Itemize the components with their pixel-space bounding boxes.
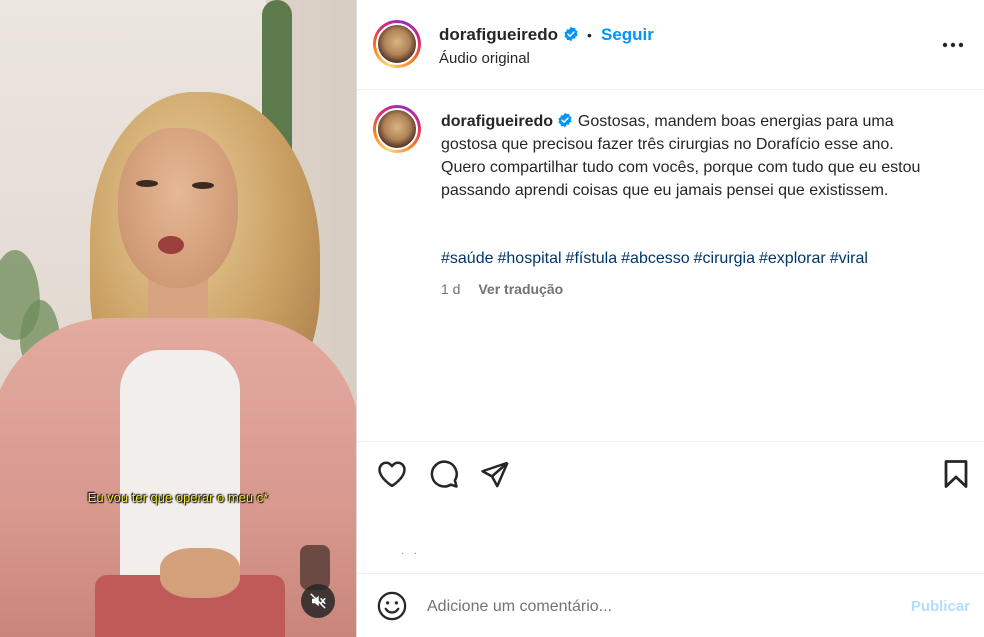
likes-placeholder: . .	[401, 543, 421, 557]
follow-button[interactable]: Seguir	[601, 25, 654, 45]
instagram-post-modal: Eu vou ter que operar o meu c* dorafigue…	[0, 0, 984, 637]
person-hand	[160, 548, 240, 598]
mute-button[interactable]	[301, 584, 335, 618]
post-header: dorafigueiredo • Seguir Áudio original	[357, 0, 984, 90]
like-button[interactable]	[376, 458, 408, 490]
person-mouth	[158, 236, 184, 254]
comment-button[interactable]	[428, 458, 460, 490]
save-button[interactable]	[940, 458, 972, 490]
post-side-panel: dorafigueiredo • Seguir Áudio original d…	[356, 0, 984, 637]
header-username[interactable]: dorafigueiredo	[439, 25, 558, 45]
person-face	[118, 128, 238, 288]
header-separator: •	[587, 27, 592, 43]
emoji-button[interactable]	[377, 591, 407, 621]
post-actions	[357, 441, 984, 505]
video-subtitle: Eu vou ter que operar o meu c*	[87, 490, 269, 505]
hashtag-link[interactable]: #hospital	[498, 250, 562, 267]
verified-badge-icon	[564, 26, 578, 42]
post-time: 1 d	[441, 281, 461, 297]
comment-icon	[430, 460, 458, 488]
caption-avatar[interactable]	[373, 105, 421, 153]
hashtag-list: #saúde #hospital #fístula #abcesso #cirurgia…	[441, 250, 872, 268]
audio-link[interactable]: Áudio original	[439, 50, 530, 67]
person-eye	[136, 180, 158, 187]
more-horizontal-icon	[942, 42, 964, 48]
comment-input[interactable]	[427, 594, 887, 620]
share-button[interactable]	[479, 458, 511, 490]
emoji-icon	[377, 591, 407, 621]
publish-button[interactable]: Publicar	[911, 598, 970, 615]
more-options-button[interactable]	[942, 34, 964, 56]
heart-icon	[378, 461, 406, 488]
hashtag-link[interactable]: #fístula	[566, 250, 618, 267]
post-video[interactable]: Eu vou ter que operar o meu c*	[0, 0, 356, 637]
post-caption: dorafigueiredo Gostosas, mandem boas ene…	[441, 110, 941, 202]
hashtag-link[interactable]: #abcesso	[621, 250, 690, 267]
hashtag-link[interactable]: #cirurgia	[694, 250, 755, 267]
caption-meta: 1 d Ver tradução	[441, 281, 563, 297]
hashtag-link[interactable]: #explorar	[759, 250, 826, 267]
translate-link[interactable]: Ver tradução	[478, 281, 563, 297]
avatar-image	[376, 23, 418, 65]
hashtag-link[interactable]: #saúde	[441, 250, 494, 267]
avatar-image	[376, 108, 418, 150]
person-eye	[192, 182, 214, 189]
hashtag-link[interactable]: #viral	[830, 250, 868, 267]
person-shirt	[120, 350, 240, 580]
bookmark-icon	[944, 460, 968, 488]
comment-bar: Publicar	[357, 573, 984, 637]
verified-badge-icon	[558, 112, 573, 128]
caption-username[interactable]: dorafigueiredo	[441, 113, 553, 130]
share-icon	[481, 461, 509, 488]
speaker-muted-icon	[310, 593, 326, 609]
avatar[interactable]	[373, 20, 421, 68]
